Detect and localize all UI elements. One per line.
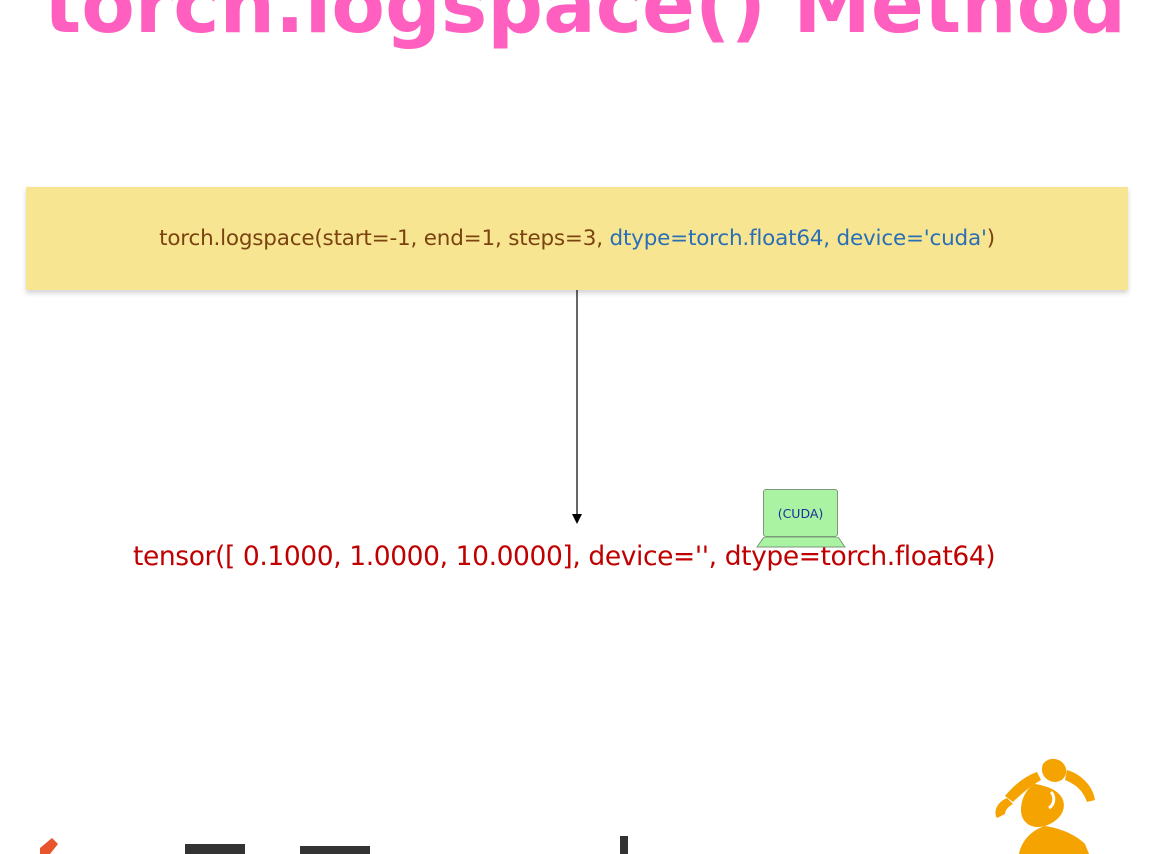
dancer-figure-icon xyxy=(995,758,1095,854)
code-suffix: ) xyxy=(986,226,995,251)
result-line: tensor([ 0.1000, 1.0000, 10.0000], devic… xyxy=(133,537,996,577)
result-device-value: '' xyxy=(694,541,709,572)
cuda-note: (CUDA) xyxy=(763,489,838,537)
code-box: torch.logspace(start=-1, end=1, steps=3,… xyxy=(26,187,1128,290)
page-title: torch.logspace() Method xyxy=(43,0,1127,51)
code-highlighted-args: dtype=torch.float64, device='cuda' xyxy=(609,226,987,251)
arrow-head xyxy=(572,514,582,524)
result-before: tensor([ 0.1000, 1.0000, 10.0000], devic… xyxy=(133,541,695,572)
cuda-note-label: (CUDA) xyxy=(777,505,824,521)
brand-logo-fragment-icon xyxy=(40,836,628,854)
result-after: , dtype=torch.float64) xyxy=(708,541,996,572)
code-line: torch.logspace(start=-1, end=1, steps=3,… xyxy=(159,226,995,251)
down-arrow-icon xyxy=(572,290,582,524)
laptop-base-icon xyxy=(756,537,846,548)
code-prefix: torch.logspace(start=-1, end=1, steps=3, xyxy=(159,226,610,251)
